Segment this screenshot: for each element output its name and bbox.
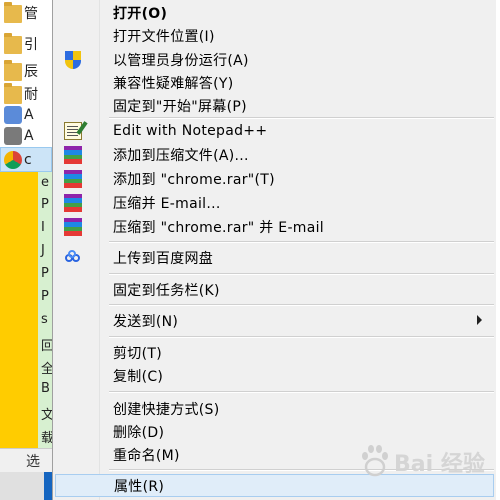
list-letter: 全 — [41, 362, 52, 377]
user-app-icon — [4, 106, 22, 124]
folder-icon — [4, 33, 22, 54]
menu-item-edit-notepadpp[interactable]: Edit with Notepad++ — [53, 119, 496, 142]
menu-item-delete[interactable]: 删除(D) — [53, 420, 496, 443]
menu-separator — [109, 391, 494, 393]
menu-separator — [109, 241, 494, 243]
folder-row[interactable]: 耐 — [4, 83, 38, 105]
menu-item-send-to[interactable]: 发送到(N) — [53, 309, 496, 332]
menu-item-troubleshoot-compatibility[interactable]: 兼容性疑难解答(Y) — [53, 71, 496, 94]
winrar-icon — [63, 145, 83, 165]
menu-item-add-to-chrome-rar[interactable]: 添加到 "chrome.rar"(T) — [53, 167, 496, 190]
list-letter: 文 — [41, 408, 52, 423]
menu-item-open-file-location[interactable]: 打开文件位置(I) — [53, 24, 496, 47]
menu-item-pin-to-start[interactable]: 固定到"开始"屏幕(P) — [53, 94, 496, 117]
menu-item-properties[interactable]: 属性(R) — [55, 474, 494, 497]
winrar-icon — [63, 169, 83, 189]
menu-item-upload-baidu-netdisk[interactable]: 上传到百度网盘 — [53, 246, 496, 269]
list-letter: P — [41, 266, 49, 281]
folder-icon — [4, 60, 22, 81]
menu-item-add-to-archive[interactable]: 添加到压缩文件(A)... — [53, 143, 496, 166]
menu-item-create-shortcut[interactable]: 创建快捷方式(S) — [53, 397, 496, 420]
menu-item-compress-to-chrome-rar-email[interactable]: 压缩到 "chrome.rar" 并 E-mail — [53, 215, 496, 238]
menu-item-run-as-admin[interactable]: 以管理员身份运行(A) — [53, 48, 496, 71]
tool-app-icon — [4, 127, 22, 145]
list-letter: I — [41, 220, 45, 235]
menu-item-pin-to-taskbar[interactable]: 固定到任务栏(K) — [53, 278, 496, 301]
bottom-bar[interactable]: 选 — [0, 448, 52, 473]
winrar-icon — [63, 217, 83, 237]
notepad-plus-plus-icon — [63, 121, 83, 141]
context-menu: 打开(O) 打开文件位置(I) 以管理员身份运行(A) 兼容性疑难解答(Y) 固… — [52, 0, 496, 500]
folder-row[interactable]: 管 — [4, 2, 38, 24]
baidu-netdisk-icon — [63, 248, 83, 268]
menu-item-compress-and-email[interactable]: 压缩并 E-mail... — [53, 191, 496, 214]
menu-separator — [109, 336, 494, 338]
menu-separator — [109, 273, 494, 275]
menu-separator — [109, 304, 494, 306]
list-letter: 载 — [41, 431, 52, 446]
list-letter: B — [41, 381, 50, 396]
app-row[interactable]: A — [4, 104, 34, 126]
folder-icon — [4, 83, 22, 104]
chrome-icon — [4, 151, 22, 169]
list-letter: P — [41, 289, 49, 304]
folder-row[interactable]: 辰 — [4, 60, 38, 82]
winrar-icon — [63, 193, 83, 213]
menu-item-open[interactable]: 打开(O) — [53, 1, 496, 24]
app-row[interactable]: A — [4, 125, 34, 147]
menu-separator — [109, 469, 494, 471]
list-letter: J — [41, 243, 45, 258]
chrome-row[interactable]: c — [4, 149, 32, 171]
menu-item-rename[interactable]: 重命名(M) — [53, 443, 496, 466]
folder-icon — [4, 2, 22, 23]
list-letter: P — [41, 197, 49, 212]
start-menu-fragment: 管 引 辰 耐 A A c e P I J P P s 回 全 B 文 载 选 — [0, 0, 52, 500]
list-letter: e — [41, 175, 49, 190]
list-letter: 回 — [41, 339, 52, 354]
folder-row[interactable]: 引 — [4, 33, 38, 55]
list-letter: s — [41, 312, 48, 327]
submenu-arrow-icon — [477, 315, 482, 325]
uac-shield-icon — [63, 50, 83, 70]
taskbar-edge — [44, 472, 52, 500]
menu-item-copy[interactable]: 复制(C) — [53, 364, 496, 387]
menu-item-cut[interactable]: 剪切(T) — [53, 341, 496, 364]
tile-strip — [0, 172, 38, 448]
